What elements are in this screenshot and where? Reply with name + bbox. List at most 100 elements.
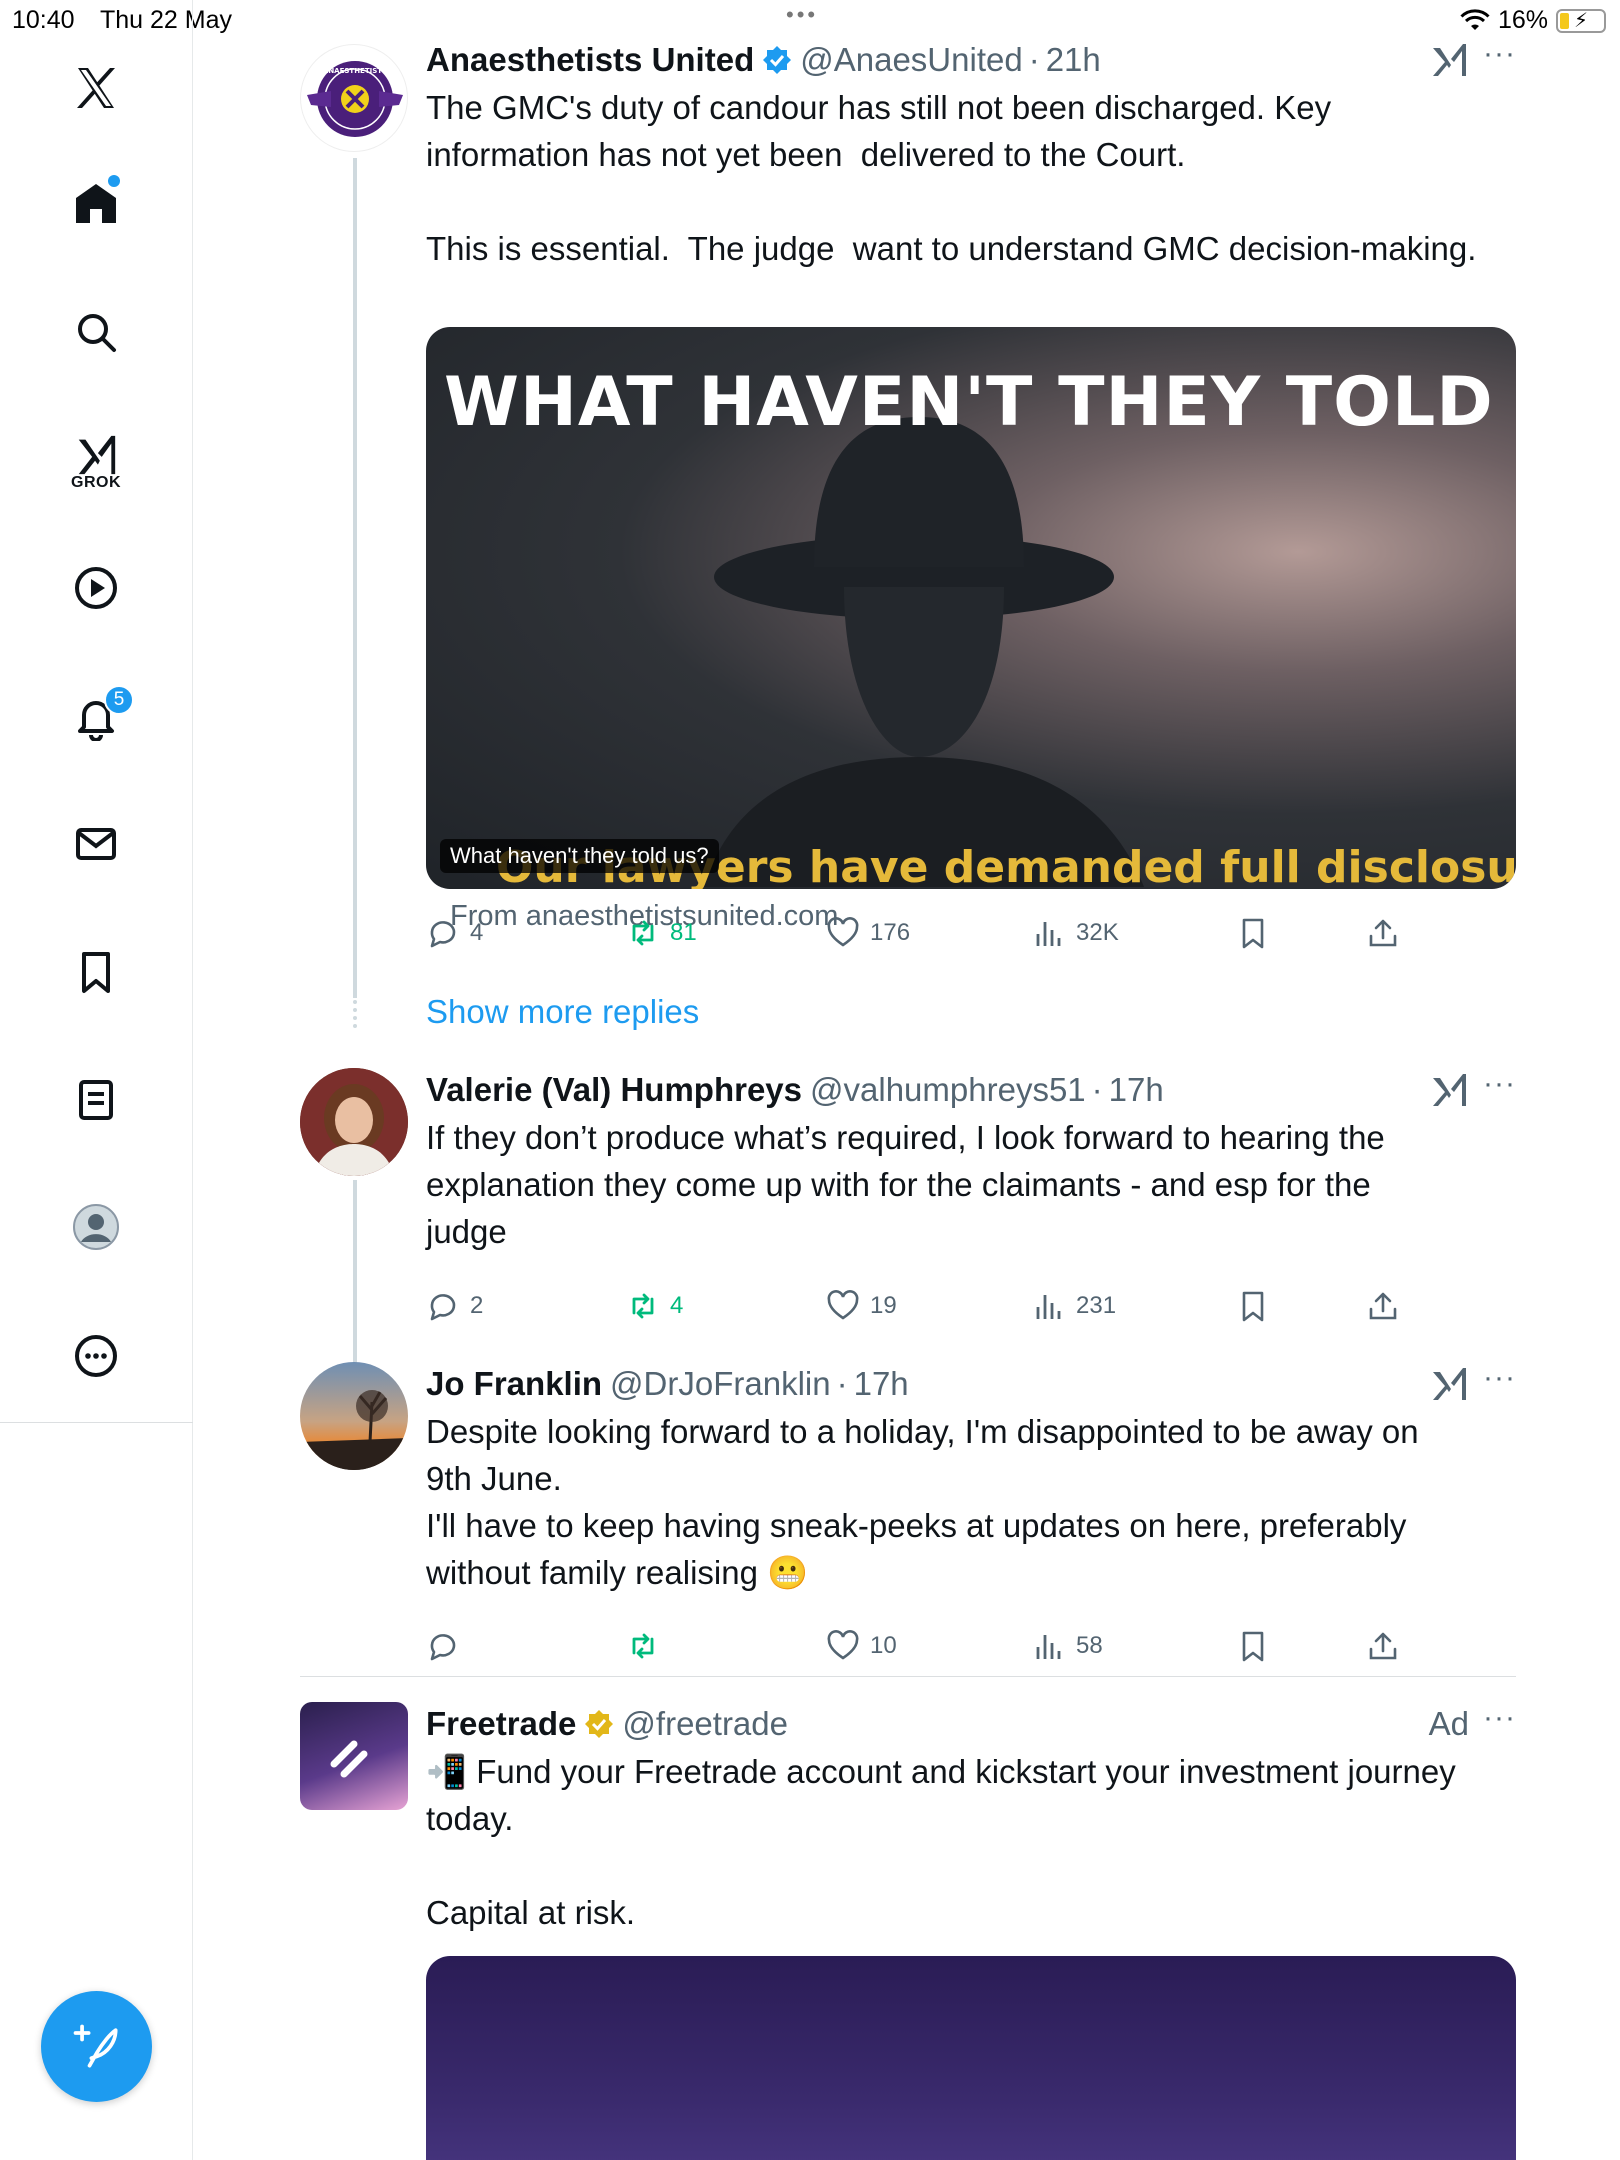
views-count: 32K [1076, 919, 1119, 946]
author-handle[interactable]: @DrJoFranklin [610, 1365, 831, 1403]
media-headline: WHAT HAVEN'T THEY TOLD US? [444, 363, 1516, 442]
grok-icon [78, 435, 116, 475]
avatar-photo [300, 1068, 408, 1176]
views-chart-icon [1036, 922, 1061, 946]
like-button[interactable]: 10 [826, 1624, 897, 1668]
more-options-icon[interactable]: ··· [1483, 37, 1516, 71]
list-icon [79, 1080, 113, 1120]
avatar[interactable] [300, 1068, 408, 1176]
bookmark-button[interactable] [1236, 1624, 1270, 1668]
repost-button[interactable]: 81 [626, 911, 697, 955]
nav-explore[interactable] [56, 292, 136, 372]
avatar[interactable] [300, 1702, 408, 1810]
status-bar: 10:40 Thu 22 May ••• 16% ⚡ [0, 0, 1620, 40]
avatar[interactable] [300, 1362, 408, 1470]
reply-icon [430, 921, 456, 948]
nav-messages[interactable] [56, 804, 136, 884]
home-new-dot [108, 175, 120, 187]
more-options-icon[interactable]: ··· [1483, 1361, 1516, 1395]
share-button[interactable] [1366, 1284, 1400, 1328]
share-icon [1369, 1292, 1397, 1320]
tweet-time[interactable]: 21h [1046, 41, 1101, 79]
repost-icon [632, 1293, 654, 1319]
show-more-replies-link[interactable]: Show more replies [426, 993, 699, 1031]
nav-profile[interactable] [56, 1187, 136, 1267]
views-button[interactable]: 32K [1032, 911, 1119, 955]
compose-feather-icon [73, 2024, 118, 2068]
author-name[interactable]: Freetrade [426, 1705, 576, 1743]
repost-icon [632, 1633, 654, 1659]
tweet-media[interactable]: WHAT HAVEN'T THEY TOLD US? Our lawyers h… [426, 327, 1516, 889]
nav-grok[interactable]: GROK [56, 417, 136, 507]
tweet-text: Despite looking forward to a holiday, I'… [426, 1413, 1419, 1591]
views-chart-icon [1036, 1635, 1061, 1659]
bookmark-button[interactable] [1236, 1284, 1270, 1328]
tweet-actions: 10 58 [426, 1624, 1516, 1668]
views-button[interactable]: 58 [1032, 1624, 1103, 1668]
repost-button[interactable]: 4 [626, 1284, 683, 1328]
tweet[interactable]: Valerie (Val) Humphreys @valhumphreys51 … [300, 1067, 1516, 1420]
more-options-icon[interactable]: ··· [1483, 1701, 1516, 1735]
media-caption: What haven't they told us? [440, 839, 719, 873]
nav-more[interactable] [56, 1316, 136, 1396]
tweet[interactable]: ANAESTHETISTS Anaesthetists United @Anae… [300, 37, 1516, 998]
reply-count: 4 [470, 919, 484, 946]
repost-icon [632, 920, 654, 946]
views-button[interactable]: 231 [1032, 1284, 1116, 1328]
heart-icon [827, 917, 859, 947]
battery-icon: ⚡ [1556, 8, 1606, 33]
share-icon [1369, 919, 1397, 947]
author-name[interactable]: Anaesthetists United [426, 41, 754, 79]
envelope-icon [76, 828, 116, 860]
nav-bookmarks[interactable] [56, 932, 136, 1012]
grok-explain-icon[interactable] [1429, 1070, 1469, 1110]
author-name[interactable]: Valerie (Val) Humphreys [426, 1071, 802, 1109]
author-handle[interactable]: @freetrade [622, 1705, 788, 1743]
reply-button[interactable]: 2 [426, 1284, 483, 1328]
compose-button[interactable] [41, 1991, 152, 2102]
grok-explain-icon[interactable] [1429, 40, 1469, 80]
search-icon [78, 314, 116, 352]
author-name[interactable]: Jo Franklin [426, 1365, 602, 1403]
reply-button[interactable] [426, 1624, 470, 1668]
ad-label: Ad [1428, 1705, 1470, 1742]
logo-text: ANAESTHETISTS [323, 67, 387, 75]
avatar[interactable]: ANAESTHETISTS [300, 44, 408, 152]
tweet-text: If they don’t produce what’s required, I… [426, 1119, 1385, 1250]
reply-icon [430, 1294, 456, 1321]
more-options-icon[interactable]: ··· [1483, 1067, 1516, 1101]
tweet-header: Freetrade @freetrade Ad ··· [426, 1701, 1516, 1746]
like-button[interactable]: 176 [826, 911, 910, 955]
thread-gap-dots [353, 1000, 357, 1028]
reply-count: 2 [470, 1292, 484, 1319]
nav-notifications[interactable]: 5 [56, 677, 136, 757]
share-button[interactable] [1366, 1624, 1400, 1668]
thread-line [353, 158, 357, 998]
share-button[interactable] [1366, 911, 1400, 955]
nav-lists[interactable] [56, 1060, 136, 1140]
author-handle[interactable]: @valhumphreys51 [810, 1071, 1086, 1109]
nav-video[interactable] [56, 548, 136, 628]
tweet-actions: 4 81 176 32K [426, 911, 1516, 955]
like-count: 19 [870, 1292, 897, 1319]
grok-label: GROK [71, 474, 121, 491]
like-button[interactable]: 19 [826, 1284, 897, 1328]
tweet[interactable]: Jo Franklin @DrJoFranklin · 17h ··· Desp… [300, 1361, 1516, 1662]
tweet-text: 📲 Fund your Freetrade account and kickst… [426, 1753, 1456, 1931]
tweet-header: Jo Franklin @DrJoFranklin · 17h ··· [426, 1361, 1516, 1404]
repost-count: 4 [670, 1292, 684, 1319]
ad-media[interactable] [426, 1956, 1516, 2160]
reply-button[interactable]: 4 [426, 911, 483, 955]
bookmark-button[interactable] [1236, 911, 1270, 955]
grok-explain-icon[interactable] [1429, 1364, 1469, 1404]
x-logo-icon[interactable] [56, 48, 136, 128]
tweet-time[interactable]: 17h [1109, 1071, 1164, 1109]
wifi-icon [1460, 8, 1490, 30]
multitasking-dots[interactable]: ••• [786, 2, 818, 28]
sidebar: GROK 5 [0, 0, 193, 2160]
repost-button[interactable] [626, 1624, 670, 1668]
author-handle[interactable]: @AnaesUnited [800, 41, 1022, 79]
nav-home[interactable] [56, 163, 136, 243]
views-count: 58 [1076, 1632, 1103, 1659]
tweet-time[interactable]: 17h [854, 1365, 909, 1403]
